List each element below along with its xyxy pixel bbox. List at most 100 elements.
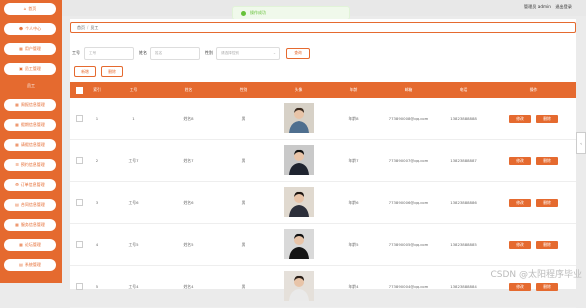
- edit-button[interactable]: 修改: [509, 114, 531, 123]
- add-button-label: 新增: [81, 68, 89, 74]
- sidebar-item-system[interactable]: ▤ 系统管理: [4, 259, 56, 271]
- success-icon: [241, 10, 246, 16]
- table-cell: 男: [216, 284, 271, 290]
- action-bar: 新增 删除: [74, 66, 123, 77]
- gender-select[interactable]: 请选择性别 ⌄: [216, 46, 280, 60]
- admin-area: 管理员 admin 退出登录: [524, 4, 572, 10]
- table-cell: 修改 删除: [491, 156, 576, 165]
- breadcrumb-home[interactable]: 首页: [77, 25, 85, 31]
- sidebar-item-contract[interactable]: ▤ 合同信息管理: [4, 199, 56, 211]
- add-button[interactable]: 新增: [74, 66, 96, 77]
- table-cell: [271, 145, 326, 176]
- table-cell: [70, 199, 88, 206]
- label-employee-id: 工号: [72, 50, 80, 55]
- sidebar-item-label: 个人中心: [25, 26, 42, 31]
- table-cell: 男: [216, 200, 271, 206]
- table-cell: 13823888885: [436, 242, 491, 247]
- sidebar-item-label: 首页: [28, 6, 37, 11]
- avatar: [283, 145, 314, 175]
- sidebar-item-appointment[interactable]: ☰ 预约信息管理: [4, 159, 56, 171]
- table-cell: 修改 删除: [491, 198, 576, 207]
- row-checkbox[interactable]: [75, 241, 83, 248]
- sidebar-item-weekly[interactable]: ▦ 周报信息管理: [4, 99, 56, 111]
- select-all-cell[interactable]: [70, 86, 88, 94]
- row-checkbox[interactable]: [75, 115, 83, 122]
- table-cell: 1: [88, 116, 106, 121]
- leave-icon: ▦: [15, 142, 19, 147]
- sidebar-item-service[interactable]: ▦ 服务信息管理: [4, 219, 56, 231]
- sidebar-item-label: 订单信息管理: [20, 182, 45, 187]
- row-phone: 13823888885: [450, 242, 477, 247]
- sidebar-item-staff[interactable]: ▣ 员工管理: [4, 63, 56, 75]
- employee-id-placeholder: 工号: [89, 50, 97, 55]
- employee-id-input[interactable]: 工号: [84, 46, 134, 60]
- delete-button[interactable]: 删除: [536, 198, 558, 207]
- sidebar-item-label: 合同信息管理: [20, 202, 45, 207]
- row-checkbox[interactable]: [75, 199, 83, 206]
- contract-icon: ▤: [15, 202, 19, 207]
- name-input[interactable]: 姓名: [150, 46, 200, 60]
- query-button[interactable]: 查询: [286, 47, 310, 59]
- main-content: 首页 / 员工 工号 工号 姓名 姓名 性别 请选择性别 ⌄ 查询 新增 删除 索…: [70, 19, 576, 308]
- avatar: [283, 229, 314, 259]
- sidebar-item-order[interactable]: ⛃ 订单信息管理: [4, 179, 56, 191]
- delete-button[interactable]: 删除: [536, 240, 558, 249]
- sidebar-item-home[interactable]: ⌂ 首页: [4, 3, 56, 15]
- avatar: [283, 103, 314, 133]
- table-cell: 工号6: [106, 200, 161, 206]
- edit-button[interactable]: 修改: [509, 240, 531, 249]
- sidebar: ⌂ 首页 ☻ 个人中心 ▦ 用户管理 ▣ 员工管理 员工 ▦ 周报信息管理 ▦ 假期信息管理…: [0, 0, 62, 283]
- table-cell: 姓名5: [161, 242, 216, 248]
- delete-button-label: 删除: [543, 241, 551, 247]
- collapse-arrow-icon[interactable]: ‹: [576, 132, 586, 154]
- row-checkbox[interactable]: [75, 283, 83, 290]
- edit-button[interactable]: 修改: [509, 198, 531, 207]
- table-cell: 13823888884: [436, 284, 491, 289]
- edit-button-label: 修改: [516, 241, 524, 247]
- header-actions: 操作: [529, 87, 538, 92]
- row-index: 4: [95, 242, 99, 247]
- delete-button[interactable]: 删除: [536, 282, 558, 291]
- sidebar-item-profile[interactable]: ☻ 个人中心: [4, 23, 56, 35]
- table-row: 2 工号7 姓名7 男 年龄7 773890007@qq.com 13823888887 …: [70, 140, 576, 182]
- table-cell: 773890008@qq.com: [381, 116, 436, 121]
- avatar: [283, 271, 314, 301]
- table-row: 1 1 姓名8 男 年龄8 773890008@qq.com 13823888888 修改…: [70, 98, 576, 140]
- table-cell: 13823888887: [436, 158, 491, 163]
- toast-text: 操作成功: [250, 10, 266, 15]
- table-cell: 姓名4: [161, 284, 216, 290]
- sidebar-item-label: 周报信息管理: [20, 102, 45, 107]
- sidebar-item-users[interactable]: ▦ 用户管理: [4, 43, 56, 55]
- table-cell: 修改 删除: [491, 114, 576, 123]
- row-index: 2: [95, 158, 99, 163]
- row-name: 姓名6: [183, 199, 194, 205]
- gender-placeholder: 请选择性别: [221, 50, 239, 55]
- table-cell: 男: [216, 116, 271, 122]
- select-all-checkbox[interactable]: [75, 86, 83, 94]
- forum-icon: ▦: [19, 242, 23, 247]
- table-cell: 修改 删除: [491, 282, 576, 291]
- logout-link[interactable]: 退出登录: [555, 4, 572, 9]
- breadcrumb: 首页 / 员工: [70, 22, 576, 33]
- row-gender: 男: [241, 241, 246, 247]
- row-index: 1: [95, 116, 99, 121]
- edit-button[interactable]: 修改: [509, 156, 531, 165]
- row-employee-id: 1: [132, 116, 135, 121]
- table-cell: [271, 103, 326, 134]
- sidebar-item-leave[interactable]: ▦ 请假信息管理: [4, 139, 56, 151]
- sidebar-item-holiday[interactable]: ▦ 假期信息管理: [4, 119, 56, 131]
- delete-button[interactable]: 删除: [536, 156, 558, 165]
- delete-button[interactable]: 删除: [536, 114, 558, 123]
- batch-delete-button[interactable]: 删除: [101, 66, 123, 77]
- row-email: 773890004@qq.com: [388, 284, 429, 289]
- sidebar-item-forum[interactable]: ▦ 论坛管理: [4, 239, 56, 251]
- users-icon: ▦: [19, 46, 23, 51]
- service-icon: ▦: [15, 222, 19, 227]
- sidebar-item-employee[interactable]: 员工: [0, 80, 62, 92]
- row-checkbox[interactable]: [75, 157, 83, 164]
- report-icon: ▦: [15, 102, 19, 107]
- row-phone: 13823888884: [450, 284, 477, 289]
- delete-button-label: 删除: [543, 115, 551, 121]
- edit-button[interactable]: 修改: [509, 282, 531, 291]
- sidebar-item-label: 服务信息管理: [20, 222, 45, 227]
